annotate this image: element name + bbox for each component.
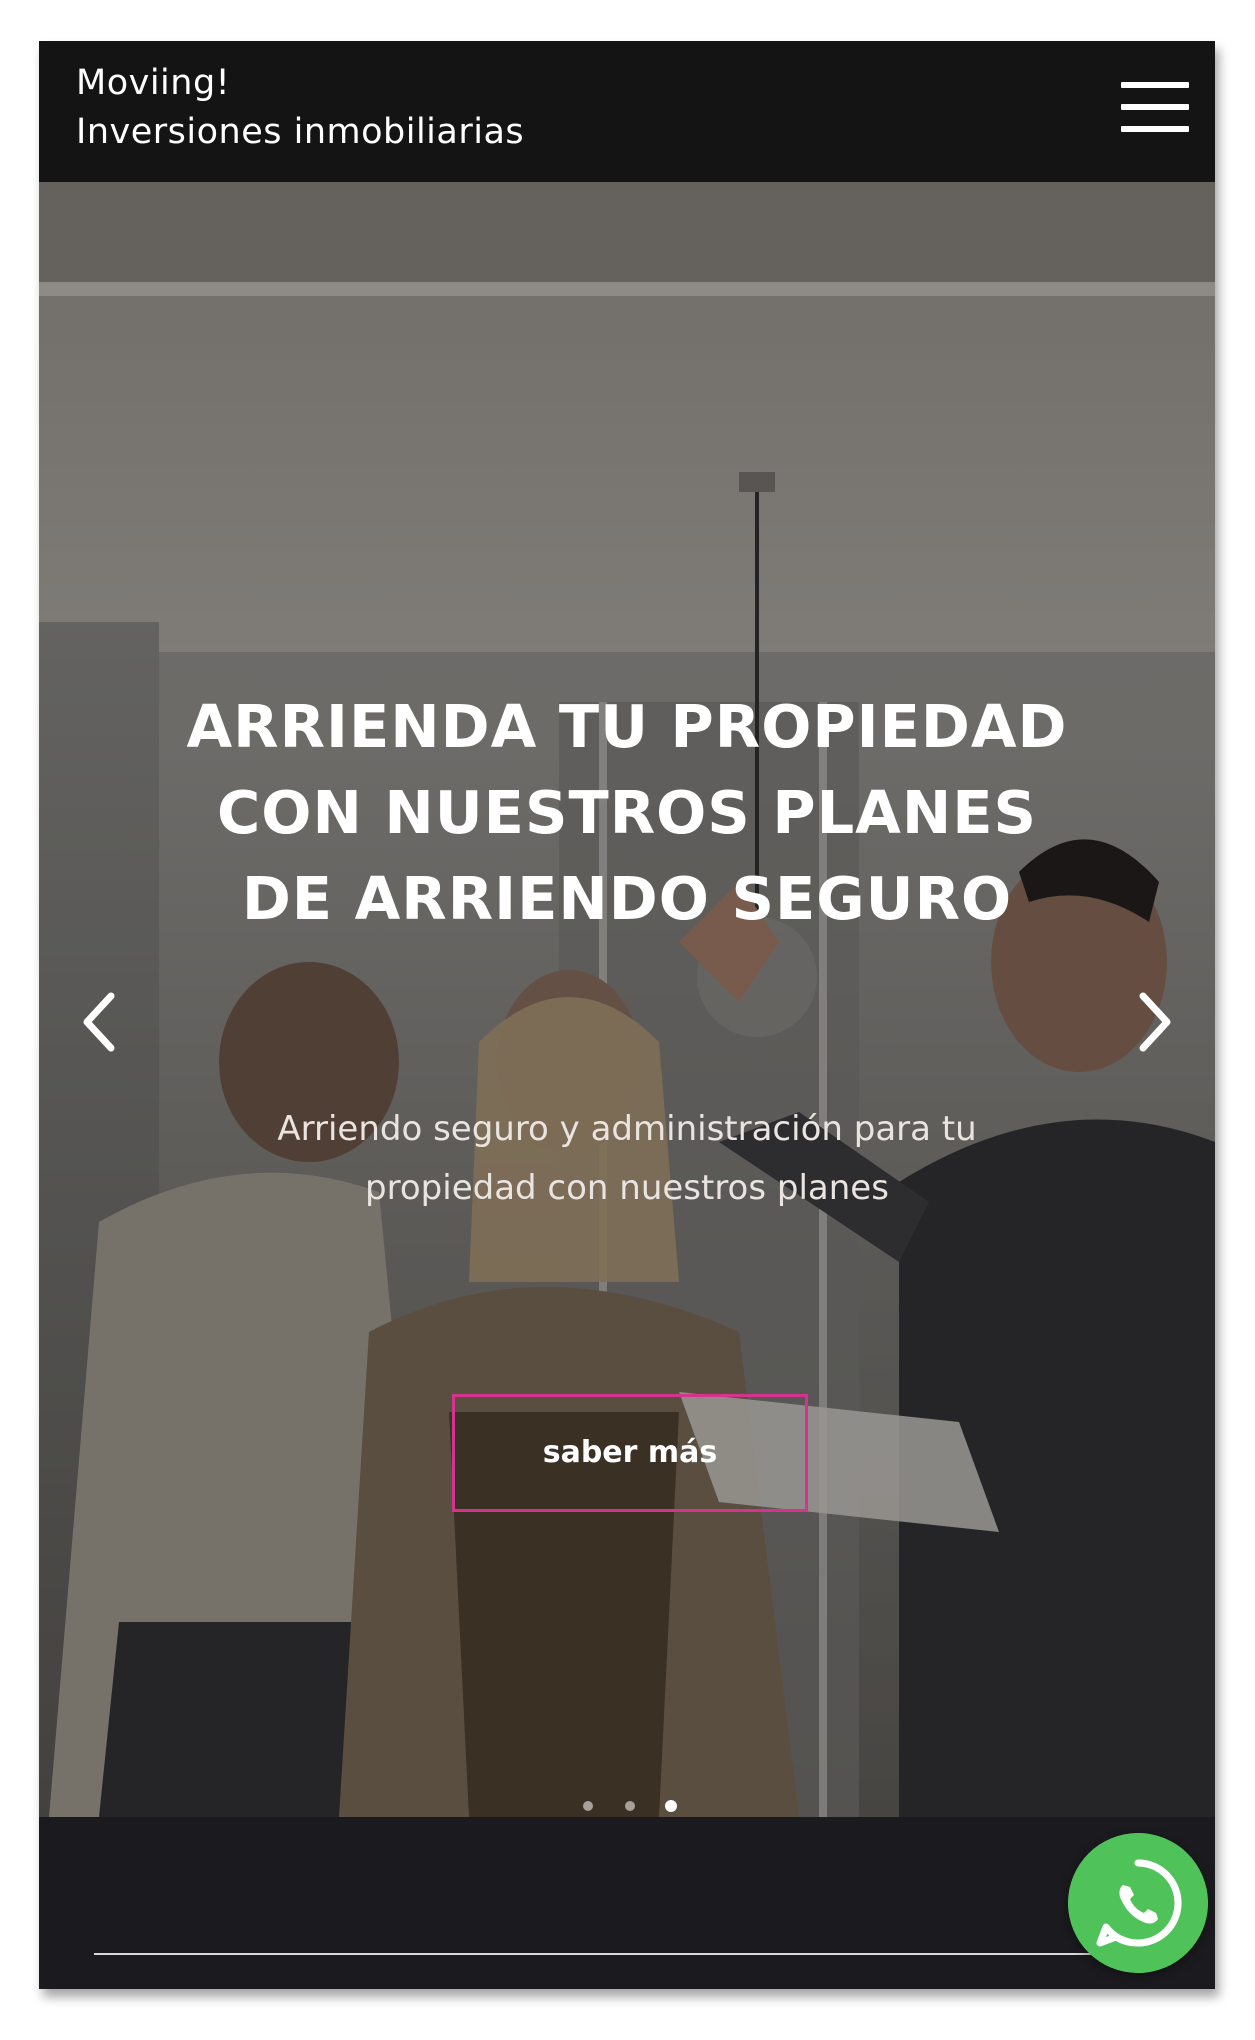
- next-section: [39, 1817, 1215, 1989]
- section-divider: [94, 1953, 1094, 1955]
- chevron-right-icon[interactable]: [1125, 982, 1185, 1062]
- brand-tagline: Inversiones inmobiliarias: [76, 112, 525, 152]
- brand-logo-text[interactable]: Moviing! Inversiones inmobiliarias: [76, 59, 524, 157]
- hero-subtitle: Arriendo seguro y administración para tu…: [179, 1100, 1075, 1218]
- chevron-left-icon[interactable]: [69, 982, 129, 1062]
- hero-dark-overlay: [39, 182, 1215, 1817]
- hamburger-menu-icon[interactable]: [1121, 82, 1189, 132]
- slider-dot-active[interactable]: [665, 1800, 677, 1812]
- slider-dot[interactable]: [625, 1801, 635, 1811]
- page-frame: Moviing! Inversiones inmobiliarias ARRIE…: [39, 41, 1215, 1989]
- site-header: Moviing! Inversiones inmobiliarias: [39, 41, 1215, 182]
- hero-title: ARRIENDA TU PROPIEDAD CON NUESTROS PLANE…: [99, 684, 1155, 942]
- hero-title-line: DE ARRIENDO SEGURO: [241, 864, 1013, 933]
- brand-name: Moviing!: [76, 63, 231, 103]
- slider-pagination: [579, 1800, 699, 1815]
- hero-slider: ARRIENDA TU PROPIEDAD CON NUESTROS PLANE…: [39, 182, 1215, 1817]
- hero-title-line: ARRIENDA TU PROPIEDAD: [186, 692, 1068, 761]
- hero-subtitle-line: propiedad con nuestros planes: [365, 1168, 889, 1208]
- hero-title-line: CON NUESTROS PLANES: [217, 778, 1037, 847]
- saber-mas-button[interactable]: saber más: [452, 1394, 808, 1512]
- hero-subtitle-line: Arriendo seguro y administración para tu: [277, 1109, 977, 1149]
- slider-dot[interactable]: [583, 1801, 593, 1811]
- whatsapp-icon[interactable]: [1068, 1833, 1208, 1973]
